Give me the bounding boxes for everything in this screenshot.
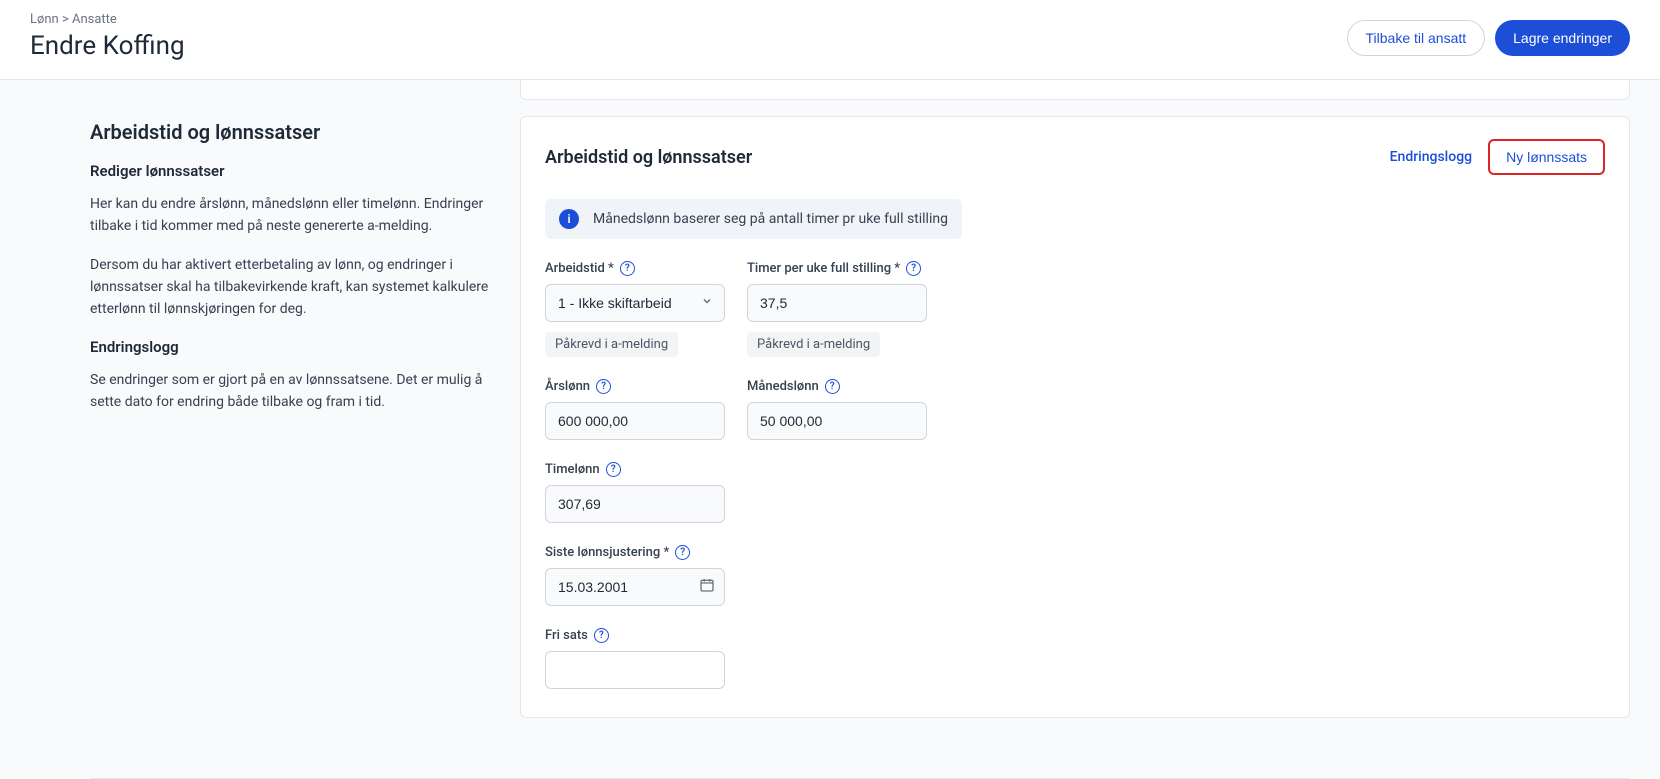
help-icon[interactable]: ? xyxy=(825,379,840,394)
back-button[interactable]: Tilbake til ansatt xyxy=(1347,20,1486,56)
timelonn-label: Timelønn ? xyxy=(545,462,725,477)
help-icon[interactable]: ? xyxy=(675,545,690,560)
help-icon[interactable]: ? xyxy=(596,379,611,394)
info-text: Månedslønn baserer seg på antall timer p… xyxy=(593,211,948,227)
page-title: Endre Koffing xyxy=(30,31,185,61)
timer-uke-label: Timer per uke full stilling * ? xyxy=(747,261,927,276)
arbeidstid-select[interactable] xyxy=(545,284,725,322)
sidebar-subtitle-log: Endringslogg xyxy=(90,338,490,356)
info-sidebar: Arbeidstid og lønnssatser Rediger lønnss… xyxy=(30,80,490,718)
timer-uke-input[interactable] xyxy=(747,284,927,322)
siste-justering-label: Siste lønnsjustering * ? xyxy=(545,545,725,560)
helper-text: Påkrevd i a-melding xyxy=(545,332,678,357)
main-content: Arbeidstid og lønnssatser Endringslogg N… xyxy=(520,80,1630,718)
card-title: Arbeidstid og lønnssatser xyxy=(545,147,752,168)
sidebar-title: Arbeidstid og lønnssatser xyxy=(90,120,490,144)
help-icon[interactable]: ? xyxy=(906,261,921,276)
arbeidstid-label: Arbeidstid * ? xyxy=(545,261,725,276)
page-header: Lønn > Ansatte Endre Koffing Tilbake til… xyxy=(0,0,1660,80)
salary-card: Arbeidstid og lønnssatser Endringslogg N… xyxy=(520,116,1630,718)
help-icon[interactable]: ? xyxy=(594,628,609,643)
arslonn-label: Årslønn ? xyxy=(545,379,725,394)
sidebar-subtitle-edit: Rediger lønnssatser xyxy=(90,162,490,180)
manedslonn-input[interactable] xyxy=(747,402,927,440)
info-icon: i xyxy=(559,209,579,229)
manedslonn-label: Månedslønn ? xyxy=(747,379,927,394)
breadcrumb[interactable]: Lønn > Ansatte xyxy=(30,12,185,27)
info-banner: i Månedslønn baserer seg på antall timer… xyxy=(545,199,962,239)
siste-justering-input[interactable] xyxy=(545,568,725,606)
changelog-link[interactable]: Endringslogg xyxy=(1390,149,1472,165)
new-salary-button[interactable]: Ny lønnssats xyxy=(1488,139,1605,175)
help-icon[interactable]: ? xyxy=(606,462,621,477)
helper-text: Påkrevd i a-melding xyxy=(747,332,880,357)
timelonn-input[interactable] xyxy=(545,485,725,523)
arslonn-input[interactable] xyxy=(545,402,725,440)
fri-sats-label: Fri sats ? xyxy=(545,628,725,643)
save-button[interactable]: Lagre endringer xyxy=(1495,20,1630,56)
fri-sats-input[interactable] xyxy=(545,651,725,689)
previous-card-edge xyxy=(520,80,1630,100)
sidebar-text: Se endringer som er gjort på en av lønns… xyxy=(90,370,490,413)
sidebar-text: Her kan du endre årslønn, månedslønn ell… xyxy=(90,194,490,237)
help-icon[interactable]: ? xyxy=(620,261,635,276)
sidebar-text: Dersom du har aktivert etterbetaling av … xyxy=(90,255,490,320)
